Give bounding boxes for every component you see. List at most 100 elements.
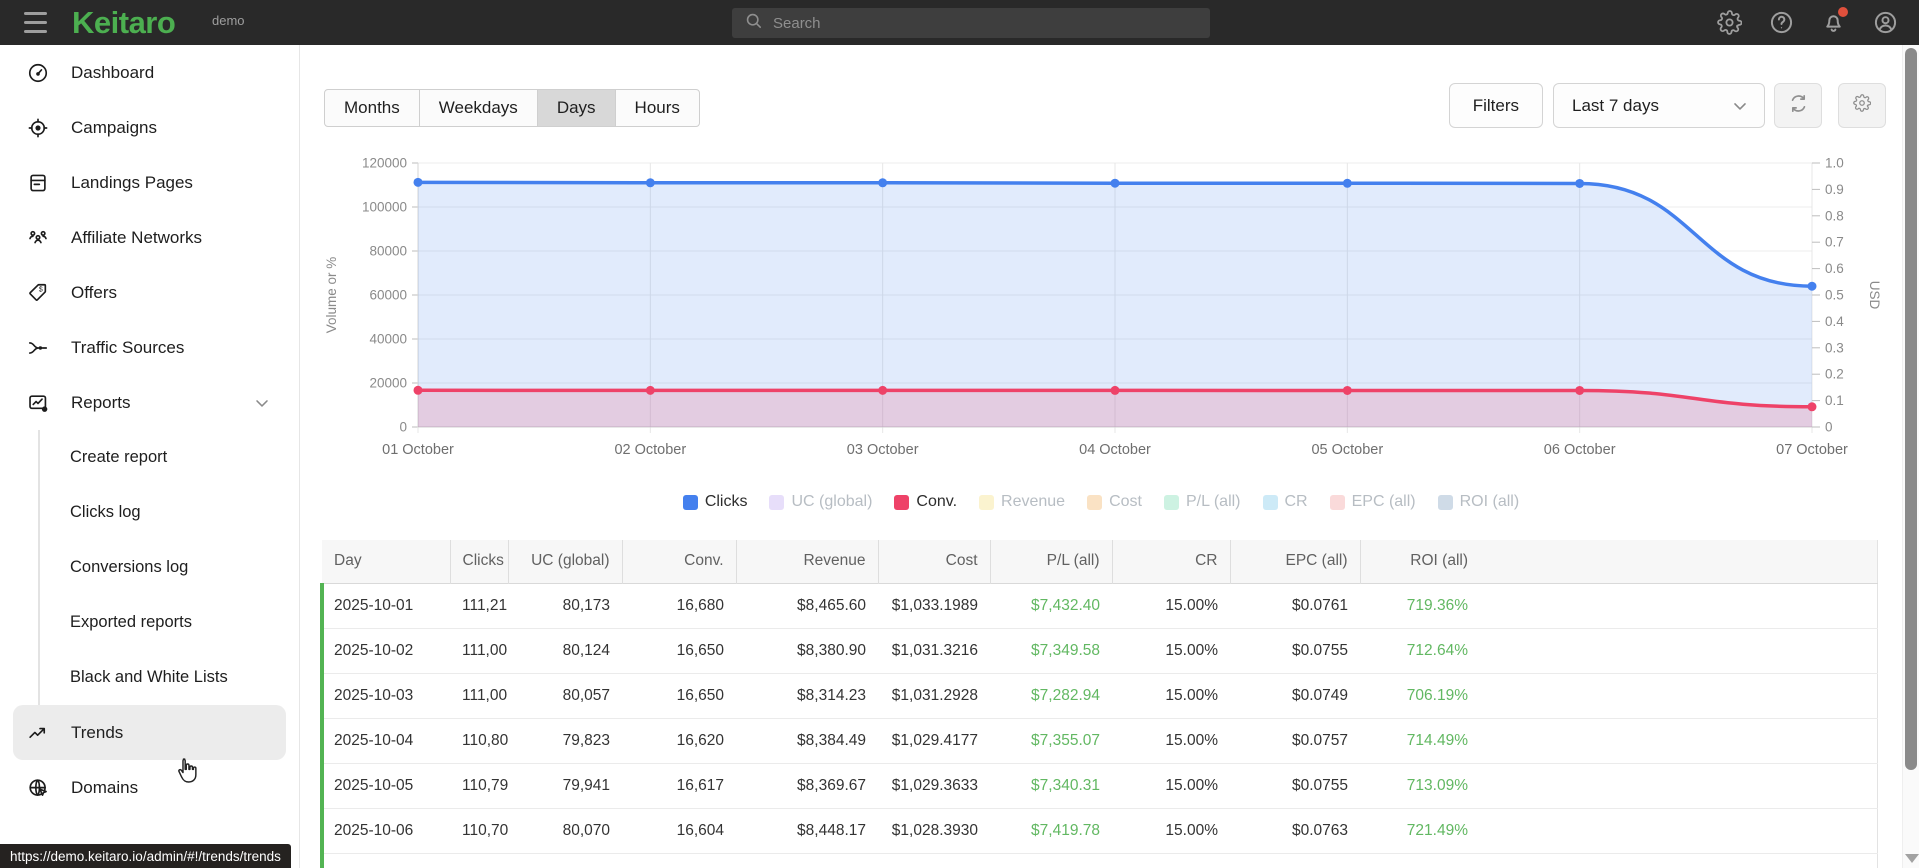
column-header-cost[interactable]: Cost [877,540,990,583]
legend-swatch [1329,494,1345,510]
page-scrollbar[interactable] [1902,45,1919,868]
column-header-conv-[interactable]: Conv. [621,540,736,583]
cell-epc-all-: $0.0749 [1230,673,1360,719]
trends-table: Day Clicks UC (global) Conv. Revenue Cost P/L … [320,540,1878,868]
sidebar-item-label: Landings Pages [71,172,193,192]
cell-clicks: 110,80 [450,718,508,764]
help-icon[interactable] [1769,10,1794,35]
cell-clicks: 111,00 [450,628,508,674]
sidebar-item-label: Offers [71,282,117,302]
column-header-revenue[interactable]: Revenue [735,540,878,583]
column-header-epc-all-[interactable]: EPC (all) [1229,540,1360,583]
column-header-uc-global-[interactable]: UC (global) [507,540,622,583]
sidebar-item-trends[interactable]: Trends [13,705,286,760]
app-logo[interactable]: Keitaro [72,5,176,41]
cell-p-l-all-: $7,349.58 [990,628,1112,674]
search-input[interactable] [773,14,1198,32]
legend-item-revenue[interactable]: Revenue [979,493,1065,511]
table-row[interactable]: 2025-10-04 110,80 79,823 16,620 $8,384.49 $1,… [320,718,1878,764]
cell-revenue: $1,993.84 [736,853,878,868]
cell-conv-: 16,604 [622,808,736,854]
column-header-day[interactable]: Day [322,540,450,583]
column-header-clicks[interactable]: Clicks [449,540,508,583]
sidebar-subitem-conversions-log[interactable]: Conversions log [40,540,299,595]
table-row[interactable]: 2025-10-0744,4844,4576,648$1,993.84$527.… [320,853,1878,868]
cell-clicks: 111,21 [450,583,508,629]
cell-filler [1480,853,1878,868]
table-row[interactable]: 2025-10-03 111,00 80,057 16,650 $8,314.23 $1,… [320,673,1878,719]
topbar: Keitaro demo [0,0,1919,45]
settings-gear-icon[interactable] [1717,10,1742,35]
cell-cost: $1,029.4177 [878,718,990,764]
sidebar-item-label: Domains [71,777,139,797]
legend-label: Clicks [704,493,748,510]
user-account-icon[interactable] [1873,10,1898,35]
tab-hours[interactable]: Hours [614,89,700,127]
sidebar-item-reports[interactable]: Reports [13,375,286,430]
refresh-button[interactable] [1774,83,1822,128]
reports-icon [27,392,49,414]
date-range-select[interactable]: Last 7 days [1553,83,1765,128]
sidebar-subitem-create-report[interactable]: Create report [40,430,299,485]
column-header-cr[interactable]: CR [1111,540,1230,583]
sidebar-item-offers[interactable]: $ Offers [13,265,286,320]
scrollbar-thumb[interactable] [1905,48,1917,770]
traffic-sources-icon [27,337,49,359]
search-box[interactable] [732,8,1210,38]
table-row[interactable]: 2025-10-02 111,00 80,124 16,650 $8,380.90 $1,… [320,628,1878,674]
legend-label: UC (global) [791,493,873,510]
legend-item-cost[interactable]: Cost [1087,493,1142,511]
tab-weekdays[interactable]: Weekdays [418,89,538,127]
cell-epc-all-: $0.0448 [1230,853,1360,868]
sidebar-subitem-black-and-white-lists[interactable]: Black and White Lists [40,650,299,705]
legend-item-uc-global-[interactable]: UC (global) [769,493,872,511]
cell-filler [1480,628,1878,674]
sidebar-item-traffic-sources[interactable]: Traffic Sources [13,320,286,375]
dashboard-icon [27,62,49,84]
cell-revenue: $8,465.60 [736,583,878,629]
legend-item-roi-all-[interactable]: ROI (all) [1437,493,1519,511]
gear-icon [1853,94,1872,117]
chart-settings-button[interactable] [1838,83,1886,128]
legend-item-cr[interactable]: CR [1262,493,1308,511]
table-row[interactable]: 2025-10-06 110,70 80,070 16,604 $8,448.17 $1,… [320,808,1878,854]
sidebar-item-label: Affiliate Networks [71,227,203,247]
page: Keitaro demo DashboardCampaignsLandi [0,0,1919,868]
hamburger-menu-icon[interactable] [24,12,47,33]
notifications-bell-icon[interactable] [1821,7,1848,35]
scrollbar-down-arrow[interactable] [1905,854,1919,863]
legend-item-conv-[interactable]: Conv. [894,493,957,511]
cell-day: 2025-10-02 [320,628,450,674]
cell-clicks: 110,79 [450,763,508,809]
legend-item-clicks[interactable]: Clicks [682,493,748,511]
column-header-roi-all-[interactable]: ROI (all) [1359,540,1480,583]
sidebar-item-landings-pages[interactable]: Landings Pages [13,155,286,210]
table-row[interactable]: 2025-10-01 111,21 80,173 16,680 $8,465.60 $1,… [320,583,1878,629]
cell-epc-all-: $0.0757 [1230,718,1360,764]
legend-item-epc-all-[interactable]: EPC (all) [1329,493,1416,511]
sidebar-subitem-clicks-log[interactable]: Clicks log [40,485,299,540]
cell-day: 2025-10-07 [320,853,450,868]
sidebar-item-label: Trends [71,722,124,742]
tab-months[interactable]: Months [324,89,420,127]
legend-swatch [1087,494,1103,510]
cell-filler [1480,673,1878,719]
cell-p-l-all-: $7,419.78 [990,808,1112,854]
legend-label: Revenue [1001,493,1066,510]
sidebar-item-domains[interactable]: Domains [13,760,286,815]
filters-button[interactable]: Filters [1448,83,1543,128]
cell-conv-: 16,650 [622,673,736,719]
sidebar-item-dashboard[interactable]: Dashboard [13,45,286,100]
cell-cost: $1,031.2928 [878,673,990,719]
sidebar-subitem-exported-reports[interactable]: Exported reports [40,595,299,650]
legend-swatch [1437,494,1453,510]
legend-item-p-l-all-[interactable]: P/L (all) [1163,493,1241,511]
table-row[interactable]: 2025-10-05 110,79 79,941 16,617 $8,369.67 $1,… [320,763,1878,809]
sidebar-item-affiliate-networks[interactable]: Affiliate Networks [13,210,286,265]
sidebar-item-campaigns[interactable]: Campaigns [13,100,286,155]
column-header-p-l-all-[interactable]: P/L (all) [989,540,1112,583]
environment-label: demo [212,13,245,28]
tab-days[interactable]: Days [536,89,616,127]
search-icon [744,11,763,35]
sidebar-item-label: Traffic Sources [71,337,185,357]
